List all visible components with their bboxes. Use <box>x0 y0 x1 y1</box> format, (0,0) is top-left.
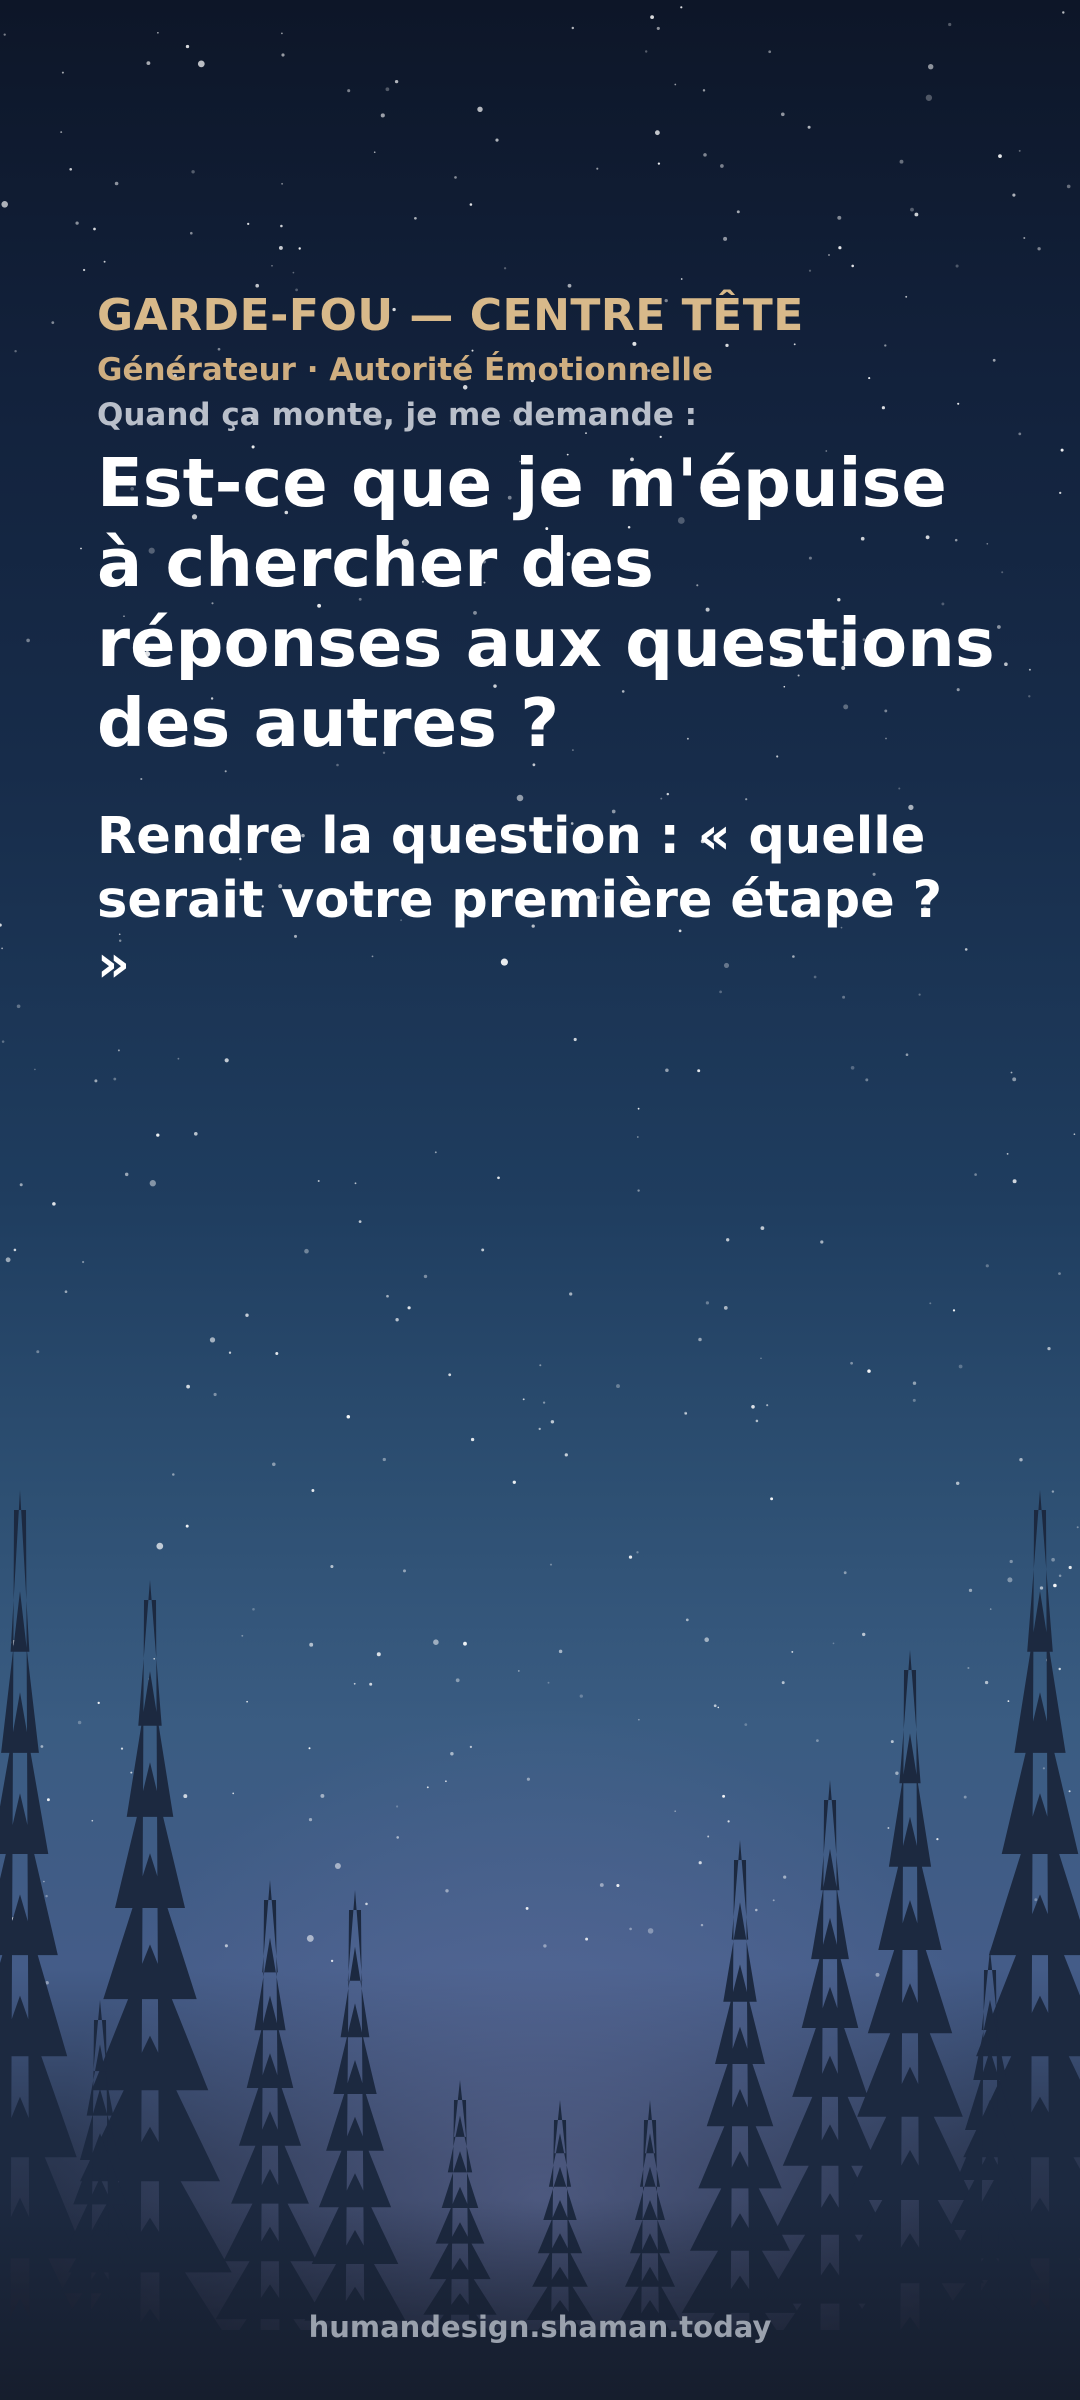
card-answer: Rendre la question : « quelle serait vot… <box>97 807 943 994</box>
footer-site: humandesign.shaman.today <box>308 2310 772 2344</box>
card-question: Est-ce que je m'épuise à chercher des ré… <box>97 444 995 762</box>
card-subtitle: Générateur · Autorité Émotionnelle <box>97 352 714 388</box>
card-prompt: Quand ça monte, je me demande : <box>97 397 698 433</box>
guard-card: GARDE-FOU — CENTRE TÊTE Générateur · Aut… <box>97 288 997 997</box>
card-kicker: GARDE-FOU — CENTRE TÊTE <box>97 290 804 341</box>
